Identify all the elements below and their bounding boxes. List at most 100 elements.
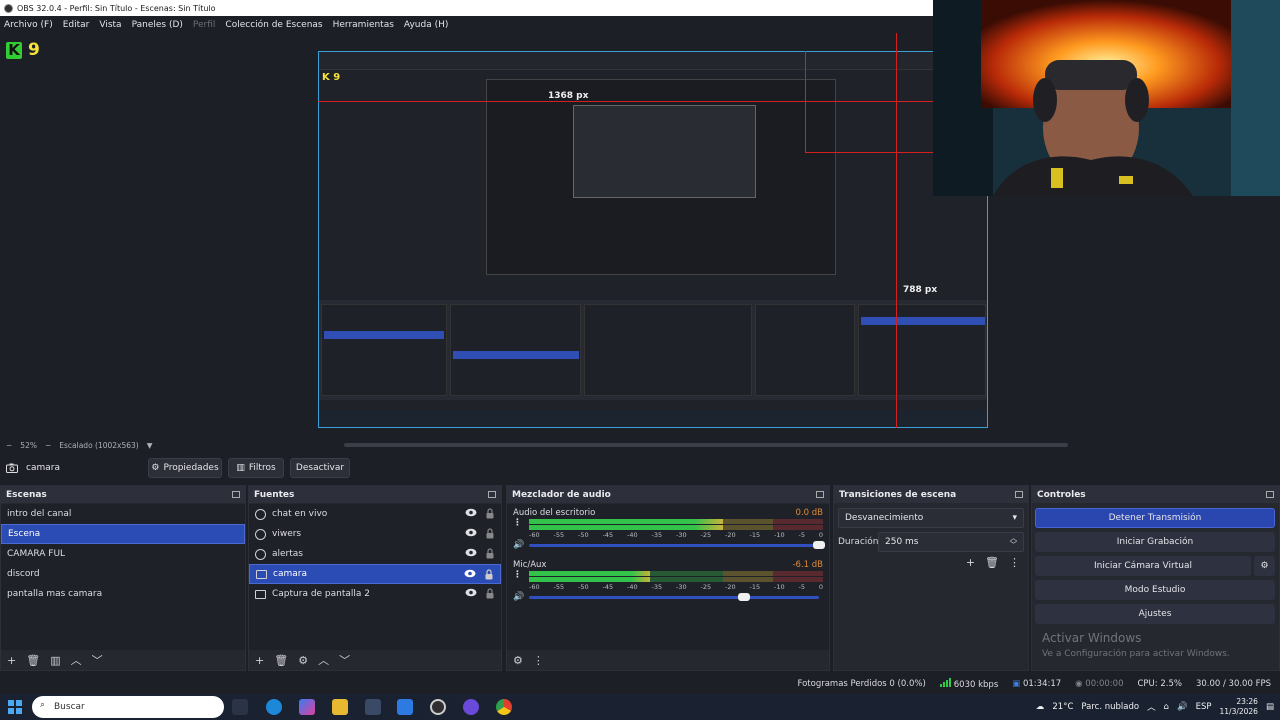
task-view-icon[interactable] <box>232 699 248 715</box>
meter-tick-label: -30 <box>676 531 687 539</box>
meter-tick-label: -50 <box>578 583 589 591</box>
move-up-icon[interactable]: ︿ <box>318 652 329 668</box>
transition-select[interactable]: Desvanecimiento ▾ <box>838 508 1024 528</box>
start-recording-button[interactable]: Iniciar Grabación <box>1035 532 1275 552</box>
copilot-icon[interactable] <box>299 699 315 715</box>
language-indicator[interactable]: ESP <box>1196 702 1212 712</box>
obs-taskbar-icon[interactable] <box>430 699 446 715</box>
add-scene-icon[interactable]: + <box>7 654 16 667</box>
lock-icon[interactable] <box>486 508 494 519</box>
volume-slider-knob[interactable] <box>813 541 825 549</box>
eye-icon[interactable] <box>465 588 477 597</box>
edge-icon[interactable] <box>266 699 282 715</box>
filters-button[interactable]: ▥ Filtros <box>228 458 284 478</box>
remove-scene-icon[interactable]: 🗑 <box>26 654 40 667</box>
scene-item[interactable]: discord <box>1 564 245 584</box>
add-transition-icon[interactable]: + <box>966 556 975 569</box>
volume-icon[interactable]: 🔊 <box>1177 702 1188 712</box>
notifications-icon[interactable]: ▤ <box>1266 702 1274 712</box>
clock[interactable]: 23:26 11/3/2026 <box>1220 697 1258 717</box>
menu-vista[interactable]: Vista <box>99 20 121 30</box>
mail-icon[interactable] <box>397 699 413 715</box>
popout-icon[interactable] <box>1015 491 1023 498</box>
speaker-icon[interactable]: 🔊 <box>513 540 524 550</box>
source-item[interactable]: camara <box>249 564 501 584</box>
source-item[interactable]: alertas <box>249 544 501 564</box>
scaling-dropdown-icon[interactable]: ▼ <box>147 441 153 450</box>
popout-icon[interactable] <box>816 491 824 498</box>
source-item[interactable]: chat en vivo <box>249 504 501 524</box>
system-tray: ☁ 21°C Parc. nublado ︿ ⌂ 🔊 ESP 23:26 11/… <box>1036 694 1274 720</box>
properties-button[interactable]: ⚙ Propiedades <box>148 458 222 478</box>
activate-windows-subtitle: Ve a Configuración para activar Windows. <box>1042 649 1230 659</box>
lock-icon[interactable] <box>486 588 494 599</box>
volume-slider[interactable] <box>529 541 825 549</box>
popout-icon[interactable] <box>488 491 496 498</box>
mixer-track-header: Mic/Aux -6.1 dB <box>513 560 823 570</box>
remove-source-icon[interactable]: 🗑 <box>274 654 288 667</box>
menu-archivo[interactable]: Archivo (F) <box>4 20 53 30</box>
move-down-icon[interactable]: ﹀ <box>92 652 103 668</box>
move-up-icon[interactable]: ︿ <box>71 652 82 668</box>
stop-stream-button[interactable]: Detener Transmisión <box>1035 508 1275 528</box>
speaker-icon[interactable]: 🔊 <box>513 592 524 602</box>
eye-icon[interactable] <box>465 528 477 537</box>
weather-icon[interactable]: ☁ <box>1036 702 1045 712</box>
store-icon[interactable] <box>365 699 381 715</box>
volume-slider-knob[interactable] <box>737 593 750 601</box>
menu-paneles[interactable]: Paneles (D) <box>132 20 183 30</box>
scene-filters-icon[interactable]: ▥ <box>50 654 60 667</box>
file-explorer-icon[interactable] <box>332 699 348 715</box>
menu-editar[interactable]: Editar <box>63 20 90 30</box>
source-item[interactable]: Captura de pantalla 2 <box>249 584 501 604</box>
eye-icon[interactable] <box>465 508 477 517</box>
mixer-menu-icon[interactable]: ⋮ <box>533 654 544 667</box>
advanced-audio-icon[interactable]: ⚙ <box>513 654 523 667</box>
popout-icon[interactable] <box>232 491 240 498</box>
mixer-body: Audio del escritorio 0.0 dB ⋮ -60 -55 -50-… <box>507 504 829 650</box>
popout-icon[interactable] <box>1266 491 1274 498</box>
scene-item[interactable]: CAMARA FUL <box>1 544 245 564</box>
discord-icon[interactable] <box>463 699 479 715</box>
network-icon[interactable]: ⌂ <box>1164 702 1169 712</box>
lock-icon[interactable] <box>486 528 494 539</box>
chrome-icon[interactable] <box>496 699 512 715</box>
sources-dock-header: Fuentes <box>249 486 501 503</box>
settings-button[interactable]: Ajustes <box>1035 604 1275 624</box>
scene-item[interactable]: intro del canal <box>1 504 245 524</box>
preview-canvas[interactable]: K 9 <box>318 51 988 428</box>
studio-mode-button[interactable]: Modo Estudio <box>1035 580 1275 600</box>
transition-menu-icon[interactable]: ⋮ <box>1009 556 1020 569</box>
menu-coleccion-escenas[interactable]: Colección de Escenas <box>225 20 322 30</box>
lock-icon[interactable] <box>485 569 493 580</box>
menu-ayuda[interactable]: Ayuda (H) <box>404 20 448 30</box>
track-menu-icon[interactable]: ⋮ <box>513 570 523 580</box>
chevron-up-icon[interactable]: ︿ <box>1147 701 1156 713</box>
lock-icon[interactable] <box>486 548 494 559</box>
scene-item[interactable]: Escena <box>1 524 245 544</box>
taskbar-search-input[interactable]: ⌕ Buscar <box>32 696 224 718</box>
scene-item-label: CAMARA FUL <box>7 549 66 559</box>
zoom-out-button[interactable]: − <box>6 441 12 450</box>
menu-perfil[interactable]: Perfil <box>193 20 216 30</box>
transitions-dock-header: Transiciones de escena <box>834 486 1028 503</box>
duration-stepper[interactable]: 250 ms ︿ ﹀ <box>878 532 1024 552</box>
zoom-in-button[interactable]: − <box>45 441 51 450</box>
menu-herramientas[interactable]: Herramientas <box>333 20 394 30</box>
deactivate-button[interactable]: Desactivar <box>290 458 350 478</box>
source-item[interactable]: viwers <box>249 524 501 544</box>
windows-start-icon[interactable] <box>8 700 22 714</box>
volume-slider[interactable] <box>529 593 819 601</box>
source-settings-icon[interactable]: ⚙ <box>298 654 308 667</box>
virtual-camera-settings-button[interactable]: ⚙ <box>1254 556 1275 576</box>
horizontal-scrollbar[interactable] <box>344 443 1068 447</box>
scene-item[interactable]: pantalla mas camara <box>1 584 245 604</box>
virtual-camera-button[interactable]: Iniciar Cámara Virtual <box>1035 556 1251 576</box>
eye-icon[interactable] <box>464 569 476 578</box>
add-source-icon[interactable]: + <box>255 654 264 667</box>
stepper-arrows-icon[interactable]: ︿ ﹀ <box>1010 535 1017 549</box>
track-menu-icon[interactable]: ⋮ <box>513 518 523 528</box>
move-down-icon[interactable]: ﹀ <box>339 652 350 668</box>
eye-icon[interactable] <box>465 548 477 557</box>
remove-transition-icon[interactable]: 🗑 <box>985 556 999 569</box>
